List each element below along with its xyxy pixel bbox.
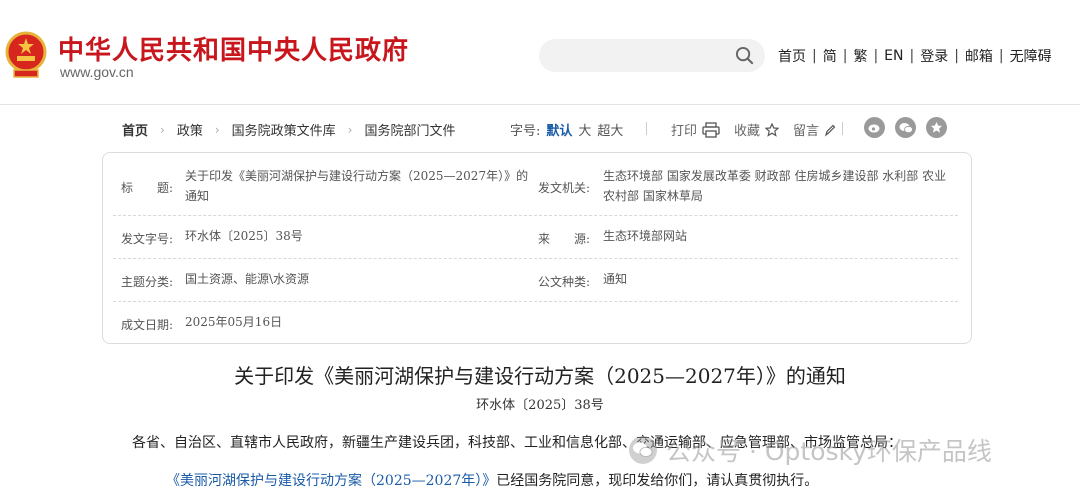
favorite-label: 收藏	[734, 124, 761, 139]
breadcrumb-home[interactable]: 首页	[122, 120, 148, 139]
issuer-label: 发文机关:	[538, 181, 591, 195]
topic-label: 主题分类:	[121, 275, 174, 289]
nav-accessibility[interactable]: 无障碍	[1010, 46, 1052, 66]
font-size-switcher: 字号: 默认 大 超大	[510, 120, 623, 139]
info-row: 主题分类: 国土资源、能源\水资源 公文种类: 通知	[113, 259, 958, 302]
pencil-icon	[824, 124, 836, 137]
font-size-default[interactable]: 默认	[546, 120, 572, 139]
info-row: 发文字号: 环水体〔2025〕38号 来 源: 生态环境部网站	[113, 216, 958, 259]
article-doc-number: 环水体〔2025〕38号	[476, 398, 604, 413]
article-body-paragraph: 《美丽河湖保护与建设行动方案（2025—2027年）》已经国务院同意，现印发给你…	[166, 470, 818, 490]
nav-separator: |	[812, 48, 817, 64]
comment-label: 留言	[793, 124, 820, 139]
site-header: 中华人民共和国中央人民政府 www.gov.cn 首页 | 简 | 繁 | EN…	[0, 0, 1080, 105]
topic-value: 国土资源、能源\水资源	[185, 272, 310, 286]
date-label: 成文日期:	[121, 318, 174, 332]
national-emblem-icon[interactable]	[4, 30, 48, 80]
chevron-right-icon: ›	[214, 122, 220, 137]
plan-link[interactable]: 《美丽河湖保护与建设行动方案（2025—2027年）》	[166, 473, 496, 489]
info-row: 标 题: 关于印发《美丽河湖保护与建设行动方案（2025—2027年）》的通知 …	[113, 153, 958, 216]
search-input[interactable]	[539, 39, 765, 72]
search-icon[interactable]	[735, 46, 754, 65]
document-info-table: 标 题: 关于印发《美丽河湖保护与建设行动方案（2025—2027年）》的通知 …	[102, 152, 972, 344]
type-value: 通知	[603, 272, 628, 286]
star-icon[interactable]	[926, 117, 947, 138]
nav-login[interactable]: 登录	[920, 46, 948, 66]
print-button[interactable]: 打印	[671, 120, 720, 139]
info-row: 成文日期: 2025年05月16日	[113, 302, 958, 344]
title-value: 关于印发《美丽河湖保护与建设行动方案（2025—2027年）》的通知	[185, 169, 529, 203]
chevron-right-icon: ›	[347, 122, 353, 137]
favorite-button[interactable]: 收藏	[734, 120, 780, 139]
print-label: 打印	[671, 124, 698, 139]
nav-traditional[interactable]: 繁	[853, 46, 867, 66]
source-label: 来 源:	[538, 232, 591, 246]
breadcrumb-policy[interactable]: 政策	[177, 120, 203, 139]
wechat-icon[interactable]	[895, 117, 916, 138]
source-value: 生态环境部网站	[603, 229, 688, 243]
title-label: 标 题:	[121, 181, 174, 195]
nav-separator: |	[998, 48, 1004, 64]
issuer-value: 生态环境部 国家发展改革委 财政部 住房城乡建设部 水利部 农业农村部 国家林草…	[603, 169, 947, 203]
font-size-label: 字号:	[510, 124, 541, 139]
font-size-xlarge[interactable]: 超大	[597, 120, 623, 139]
nav-english[interactable]: EN	[884, 48, 903, 64]
type-label: 公文种类:	[538, 275, 591, 289]
watermark-text: 公众号 · Optosky环保产品线	[666, 437, 992, 466]
divider	[646, 122, 647, 135]
watermark: 公众号 · Optosky环保产品线	[628, 432, 992, 468]
nav-separator: |	[842, 48, 848, 64]
nav-simplified[interactable]: 简	[823, 46, 837, 66]
breadcrumb: 首页 › 政策 › 国务院政策文件库 › 国务院部门文件	[122, 120, 456, 140]
printer-icon	[702, 121, 720, 138]
site-title[interactable]: 中华人民共和国中央人民政府	[58, 30, 409, 67]
nav-separator: |	[954, 48, 959, 64]
divider	[842, 122, 843, 135]
date-value: 2025年05月16日	[185, 315, 283, 329]
weibo-icon[interactable]	[864, 117, 885, 138]
body-text: 已经国务院同意，现印发给你们，请认真贯彻执行。	[496, 473, 819, 489]
nav-mail[interactable]: 邮箱	[965, 46, 993, 66]
tools: 打印 收藏 留言	[671, 120, 850, 139]
font-size-large[interactable]: 大	[578, 120, 591, 139]
site-url: www.gov.cn	[60, 64, 134, 80]
docno-value: 环水体〔2025〕38号	[185, 229, 303, 243]
nav-separator: |	[909, 48, 915, 64]
chevron-right-icon: ›	[160, 122, 165, 137]
nav-home[interactable]: 首页	[778, 46, 806, 66]
nav-separator: |	[873, 48, 879, 64]
star-outline-icon	[765, 122, 780, 137]
top-nav: 首页 | 简 | 繁 | EN | 登录 | 邮箱 | 无障碍	[778, 46, 1052, 66]
docno-label: 发文字号:	[121, 232, 174, 246]
share-icons	[864, 117, 947, 138]
article-title: 关于印发《美丽河湖保护与建设行动方案（2025—2027年）》的通知	[234, 364, 846, 388]
breadcrumb-dept-docs[interactable]: 国务院部门文件	[364, 120, 455, 139]
comment-button[interactable]: 留言	[793, 120, 836, 139]
wechat-logo-icon	[629, 436, 657, 464]
breadcrumb-policy-library[interactable]: 国务院政策文件库	[232, 120, 336, 139]
